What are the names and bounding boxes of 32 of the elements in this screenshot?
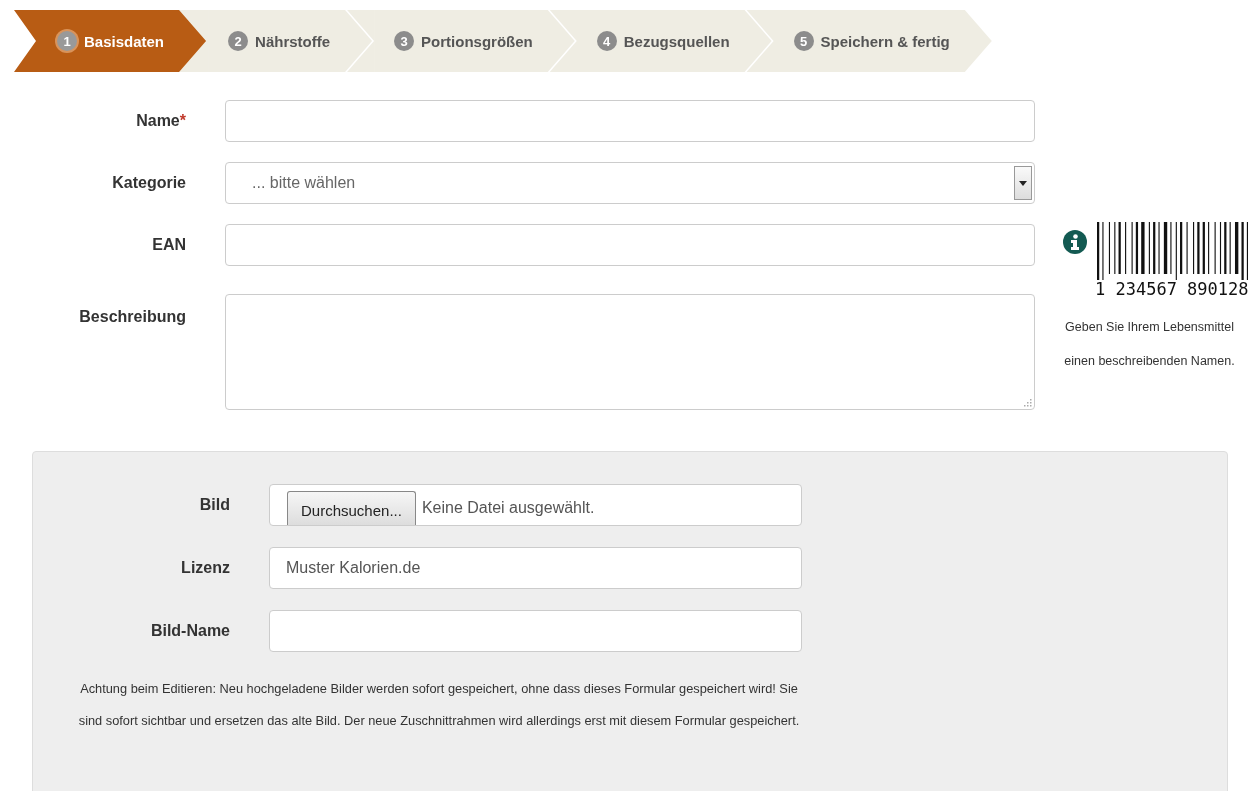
category-dropdown[interactable]: ... bitte wählen	[225, 162, 1035, 204]
help-text: einen beschreibenden Namen.	[1063, 353, 1236, 370]
resize-grip-icon[interactable]	[1023, 398, 1032, 407]
step-number-badge: 2	[228, 31, 249, 51]
description-textarea[interactable]	[225, 294, 1035, 410]
field-label: Bild	[198, 496, 230, 514]
step-number-badge: 1	[57, 31, 77, 51]
barcode-number: 1 234567 890128	[1095, 280, 1249, 298]
step-number-badge: 3	[394, 31, 415, 51]
step-number-badge: 5	[793, 31, 814, 51]
wizard-step-tab[interactable]: 3 Portionsgrößen	[374, 10, 577, 72]
text-input-field[interactable]: Muster Kalorien.de	[269, 547, 802, 589]
info-icon	[1063, 230, 1087, 254]
wizard-step-tab[interactable]: 5 Speichern & fertig	[773, 10, 994, 72]
file-status-text: Keine Datei ausgewählt.	[421, 499, 595, 518]
field-label: Bild-Name	[149, 622, 230, 640]
text-input-field[interactable]	[225, 224, 1035, 266]
help-text: Geben Sie Ihrem Lebensmittel	[1064, 319, 1235, 336]
wizard-step-tab[interactable]: 2 Nährstoffe	[208, 10, 375, 72]
field-label: Name*	[135, 112, 186, 130]
browse-button[interactable]: Durchsuchen...	[287, 491, 416, 525]
field-label: Beschreibung	[78, 307, 186, 326]
field-label: EAN	[151, 236, 186, 254]
text-input-field[interactable]	[269, 610, 802, 652]
text-input-field[interactable]	[225, 100, 1035, 142]
file-upload-field[interactable]: Durchsuchen... Keine Datei ausgewählt.	[269, 484, 802, 526]
image-note: Achtung beim Editieren: Neu hochgeladene Bilder werden sofort gespeichert, ohne dass dieses Formular gespeichert wird! Sie sind sofort sichtbar und ersetzen das alte Bild. Der neue Zuschnittrahmen wird allerdings erst mit diesem Formular gespeichert.	[77, 680, 801, 730]
field-label: Lizenz	[180, 559, 230, 577]
step-number-badge: 4	[596, 31, 617, 51]
wizard-step-tab[interactable]: 4 Bezugsquellen	[576, 10, 774, 72]
wizard-step-tab[interactable]: 1 Basisdaten	[14, 10, 209, 72]
field-label: Kategorie	[111, 174, 186, 192]
